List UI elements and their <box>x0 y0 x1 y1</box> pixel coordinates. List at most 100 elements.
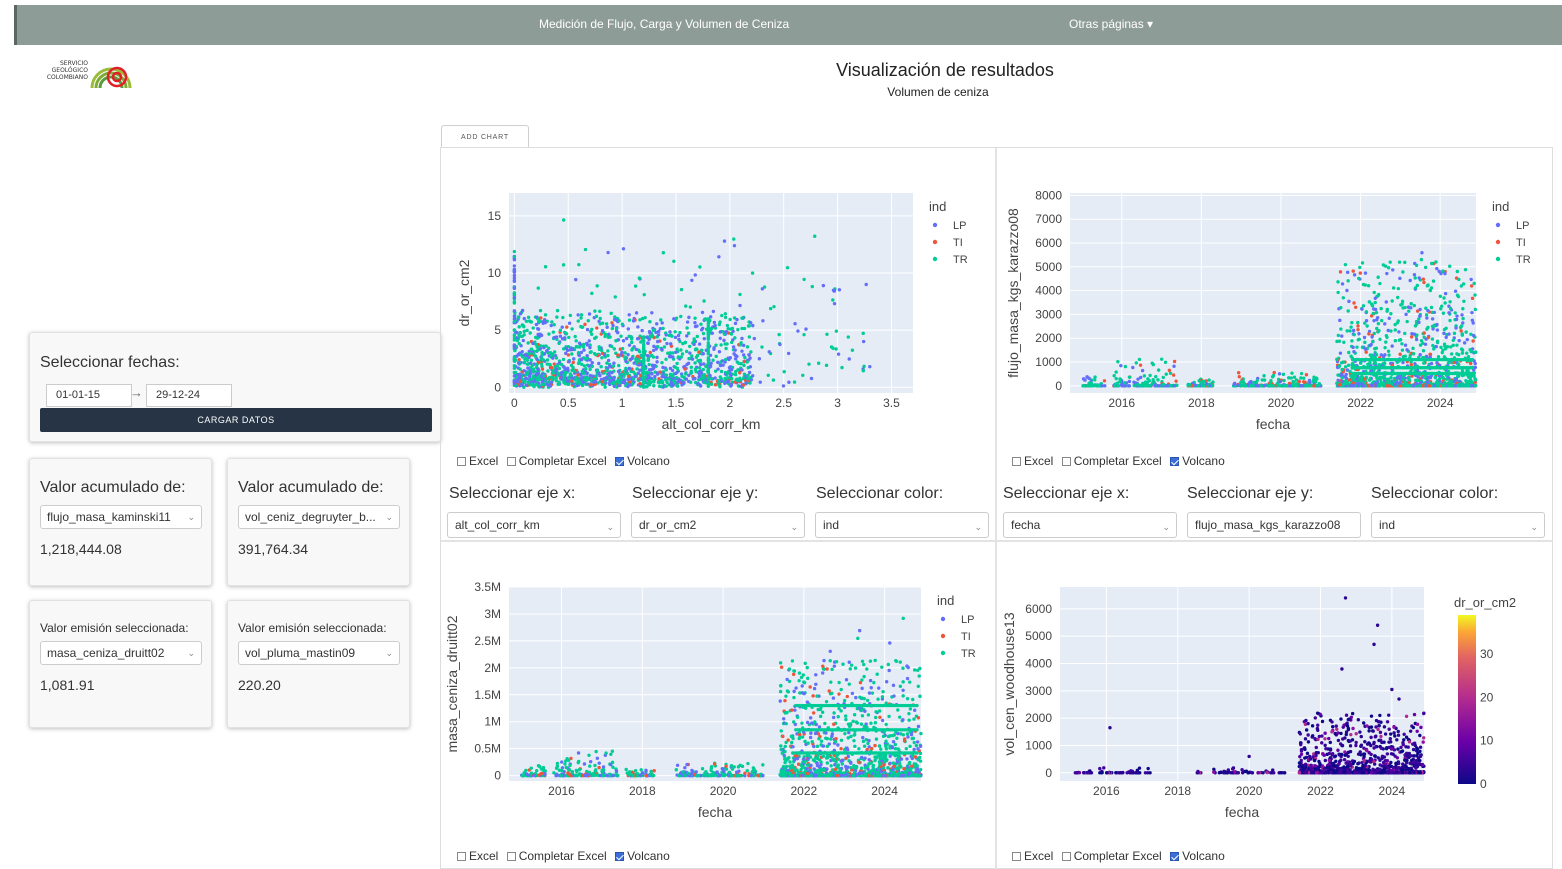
data-point <box>588 764 592 768</box>
data-point <box>636 325 640 329</box>
data-point <box>851 719 855 723</box>
data-point <box>518 330 523 335</box>
emission-select-1[interactable]: masa_ceniza_druitt02 ⌄ <box>40 641 202 665</box>
data-point <box>771 378 776 382</box>
data-point <box>849 663 854 667</box>
data-point <box>611 773 615 778</box>
y-tick-label: 5000 <box>1035 260 1062 274</box>
data-point <box>724 764 728 768</box>
data-point <box>568 313 573 318</box>
accum-select-2[interactable]: vol_ceniz_degruyter_b... ⌄ <box>238 505 400 529</box>
data-point <box>1200 384 1204 388</box>
data-point <box>1469 284 1474 288</box>
data-point <box>678 771 683 776</box>
data-point <box>668 351 672 355</box>
data-point <box>1470 366 1474 370</box>
data-point <box>888 761 892 765</box>
data-point <box>555 773 559 778</box>
data-point <box>761 763 765 767</box>
data-point <box>659 347 664 352</box>
data-point <box>1438 294 1443 298</box>
data-point <box>598 773 603 778</box>
data-point <box>512 286 517 291</box>
other-pages-menu[interactable]: Otras páginas ▾ <box>1069 17 1153 31</box>
data-point <box>1388 260 1392 264</box>
x-tick-label: 0 <box>511 396 518 410</box>
data-point <box>552 771 556 775</box>
data-point <box>544 344 548 348</box>
data-point <box>1161 375 1165 380</box>
data-point <box>839 687 843 692</box>
data-point <box>570 327 574 331</box>
data-point <box>646 381 650 385</box>
data-point <box>560 768 564 773</box>
emission-label: Valor emisión seleccionada: <box>40 621 189 635</box>
data-point <box>1424 384 1428 388</box>
data-point <box>609 762 613 767</box>
data-point <box>750 374 755 378</box>
data-point <box>593 309 597 313</box>
data-point <box>1190 384 1194 388</box>
data-point <box>616 353 620 357</box>
data-point <box>512 338 517 342</box>
accum-select-1[interactable]: flujo_masa_kaminski11 ⌄ <box>40 505 202 529</box>
data-point <box>720 313 724 318</box>
data-point <box>563 762 567 766</box>
start-date-input[interactable]: 01-01-15 <box>46 384 132 407</box>
chart-fecha-vs-masa[interactable]: 2016 2018 2020 2022 2024 0 0.5M 1M 1.5M 2M 2.5M 3M 3… <box>447 549 989 841</box>
data-point <box>529 347 534 351</box>
chart-alt-vs-dr[interactable]: 0 0.5 1 1.5 2 2.5 3 3.5 0 5 10 15 alt_col_corr_km dr_… <box>447 155 989 447</box>
data-point <box>650 372 654 376</box>
data-point <box>641 376 646 381</box>
data-point <box>597 765 601 770</box>
data-point <box>693 321 697 325</box>
data-point <box>559 371 563 375</box>
emission-select-2[interactable]: vol_pluma_mastin09 ⌄ <box>238 641 400 665</box>
add-chart-tab[interactable]: ADD CHART <box>441 125 529 148</box>
data-point <box>683 367 687 371</box>
data-point <box>1154 374 1158 379</box>
chart-fecha-vs-flujo[interactable]: 2016 2018 2020 2022 2024 0 1000 2000 3000 4000 500… <box>1002 155 1544 447</box>
y-tick-label: 0 <box>494 380 501 394</box>
legend-item: TI <box>1516 237 1526 249</box>
data-point <box>1138 363 1143 367</box>
load-data-button[interactable]: CARGAR DATOS <box>40 408 432 432</box>
data-point <box>747 324 751 328</box>
emission-card-2: Valor emisión seleccionada: vol_pluma_ma… <box>227 600 410 728</box>
data-point <box>1439 307 1443 311</box>
data-point <box>1246 382 1250 386</box>
data-point <box>550 320 554 324</box>
data-point <box>586 772 590 777</box>
data-point <box>525 328 529 333</box>
data-point <box>1294 378 1299 382</box>
data-point <box>579 313 584 317</box>
data-point <box>572 357 576 361</box>
data-point <box>1442 380 1447 385</box>
data-point <box>655 339 660 344</box>
data-point <box>831 298 835 302</box>
data-point <box>866 713 871 717</box>
data-point <box>700 310 705 315</box>
data-point <box>831 715 836 720</box>
data-point <box>587 312 592 316</box>
data-point <box>793 322 797 326</box>
data-point <box>1375 318 1379 322</box>
data-point <box>740 349 744 353</box>
data-point <box>1351 269 1355 273</box>
data-point <box>722 239 727 243</box>
data-point <box>1442 331 1446 336</box>
data-point <box>1473 293 1477 297</box>
data-point <box>546 369 550 373</box>
data-point <box>518 379 523 384</box>
data-point <box>1252 380 1256 385</box>
end-date-input[interactable]: 29-12-24 <box>146 384 232 407</box>
data-point <box>1172 364 1176 368</box>
data-point <box>702 772 707 777</box>
data-point <box>745 769 749 773</box>
data-point <box>787 755 791 760</box>
data-point <box>525 358 530 363</box>
data-point <box>512 291 517 295</box>
data-point <box>1395 376 1400 380</box>
data-point <box>522 316 526 321</box>
data-point <box>1363 377 1367 381</box>
